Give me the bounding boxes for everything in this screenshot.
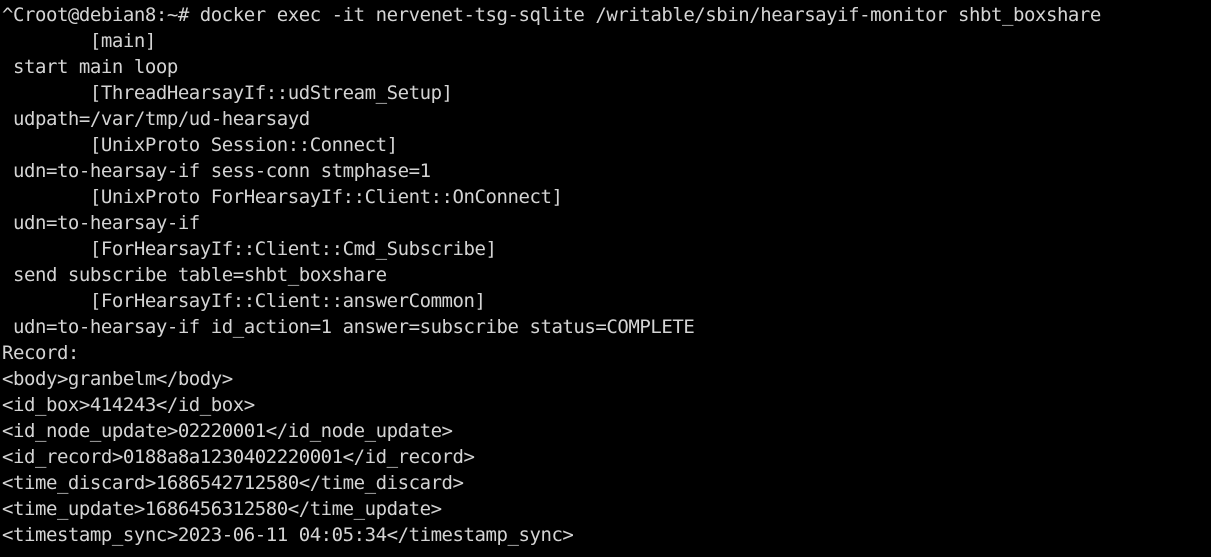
terminal-line: udn=to-hearsay-if [2,212,200,234]
terminal-line: [UnixProto ForHearsayIf::Client::OnConne… [2,186,563,208]
record-field-id-box: <id_box>414243</id_box> [2,394,255,416]
terminal-window[interactable]: ^Croot@debian8:~# docker exec -it nerven… [0,0,1211,557]
record-field-time-update: <time_update>1686456312580</time_update> [2,498,442,520]
record-field-id-node-update: <id_node_update>02220001</id_node_update… [2,420,453,442]
record-field-body: <body>granbelm</body> [2,368,233,390]
terminal-line: [main] [2,30,156,52]
terminal-line: [ThreadHearsayIf::udStream_Setup] [2,82,453,104]
record-field-id-record: <id_record>0188a8a1230402220001</id_reco… [2,446,475,468]
record-field-timestamp-sync: <timestamp_sync>2023-06-11 04:05:34</tim… [2,524,574,546]
record-field-time-discard: <time_discard>1686542712580</time_discar… [2,472,464,494]
terminal-line: [ForHearsayIf::Client::answerCommon] [2,290,486,312]
terminal-line: send subscribe table=shbt_boxshare [2,264,387,286]
terminal-line: udn=to-hearsay-if id_action=1 answer=sub… [2,316,695,338]
terminal-line-record-header: Record: [2,342,79,364]
terminal-line: udpath=/var/tmp/ud-hearsayd [2,108,310,130]
terminal-line: [UnixProto Session::Connect] [2,134,398,156]
terminal-line-command: ^Croot@debian8:~# docker exec -it nerven… [2,4,1101,26]
terminal-line: [ForHearsayIf::Client::Cmd_Subscribe] [2,238,497,260]
terminal-line: start main loop [2,56,178,78]
terminal-line: udn=to-hearsay-if sess-conn stmphase=1 [2,160,431,182]
